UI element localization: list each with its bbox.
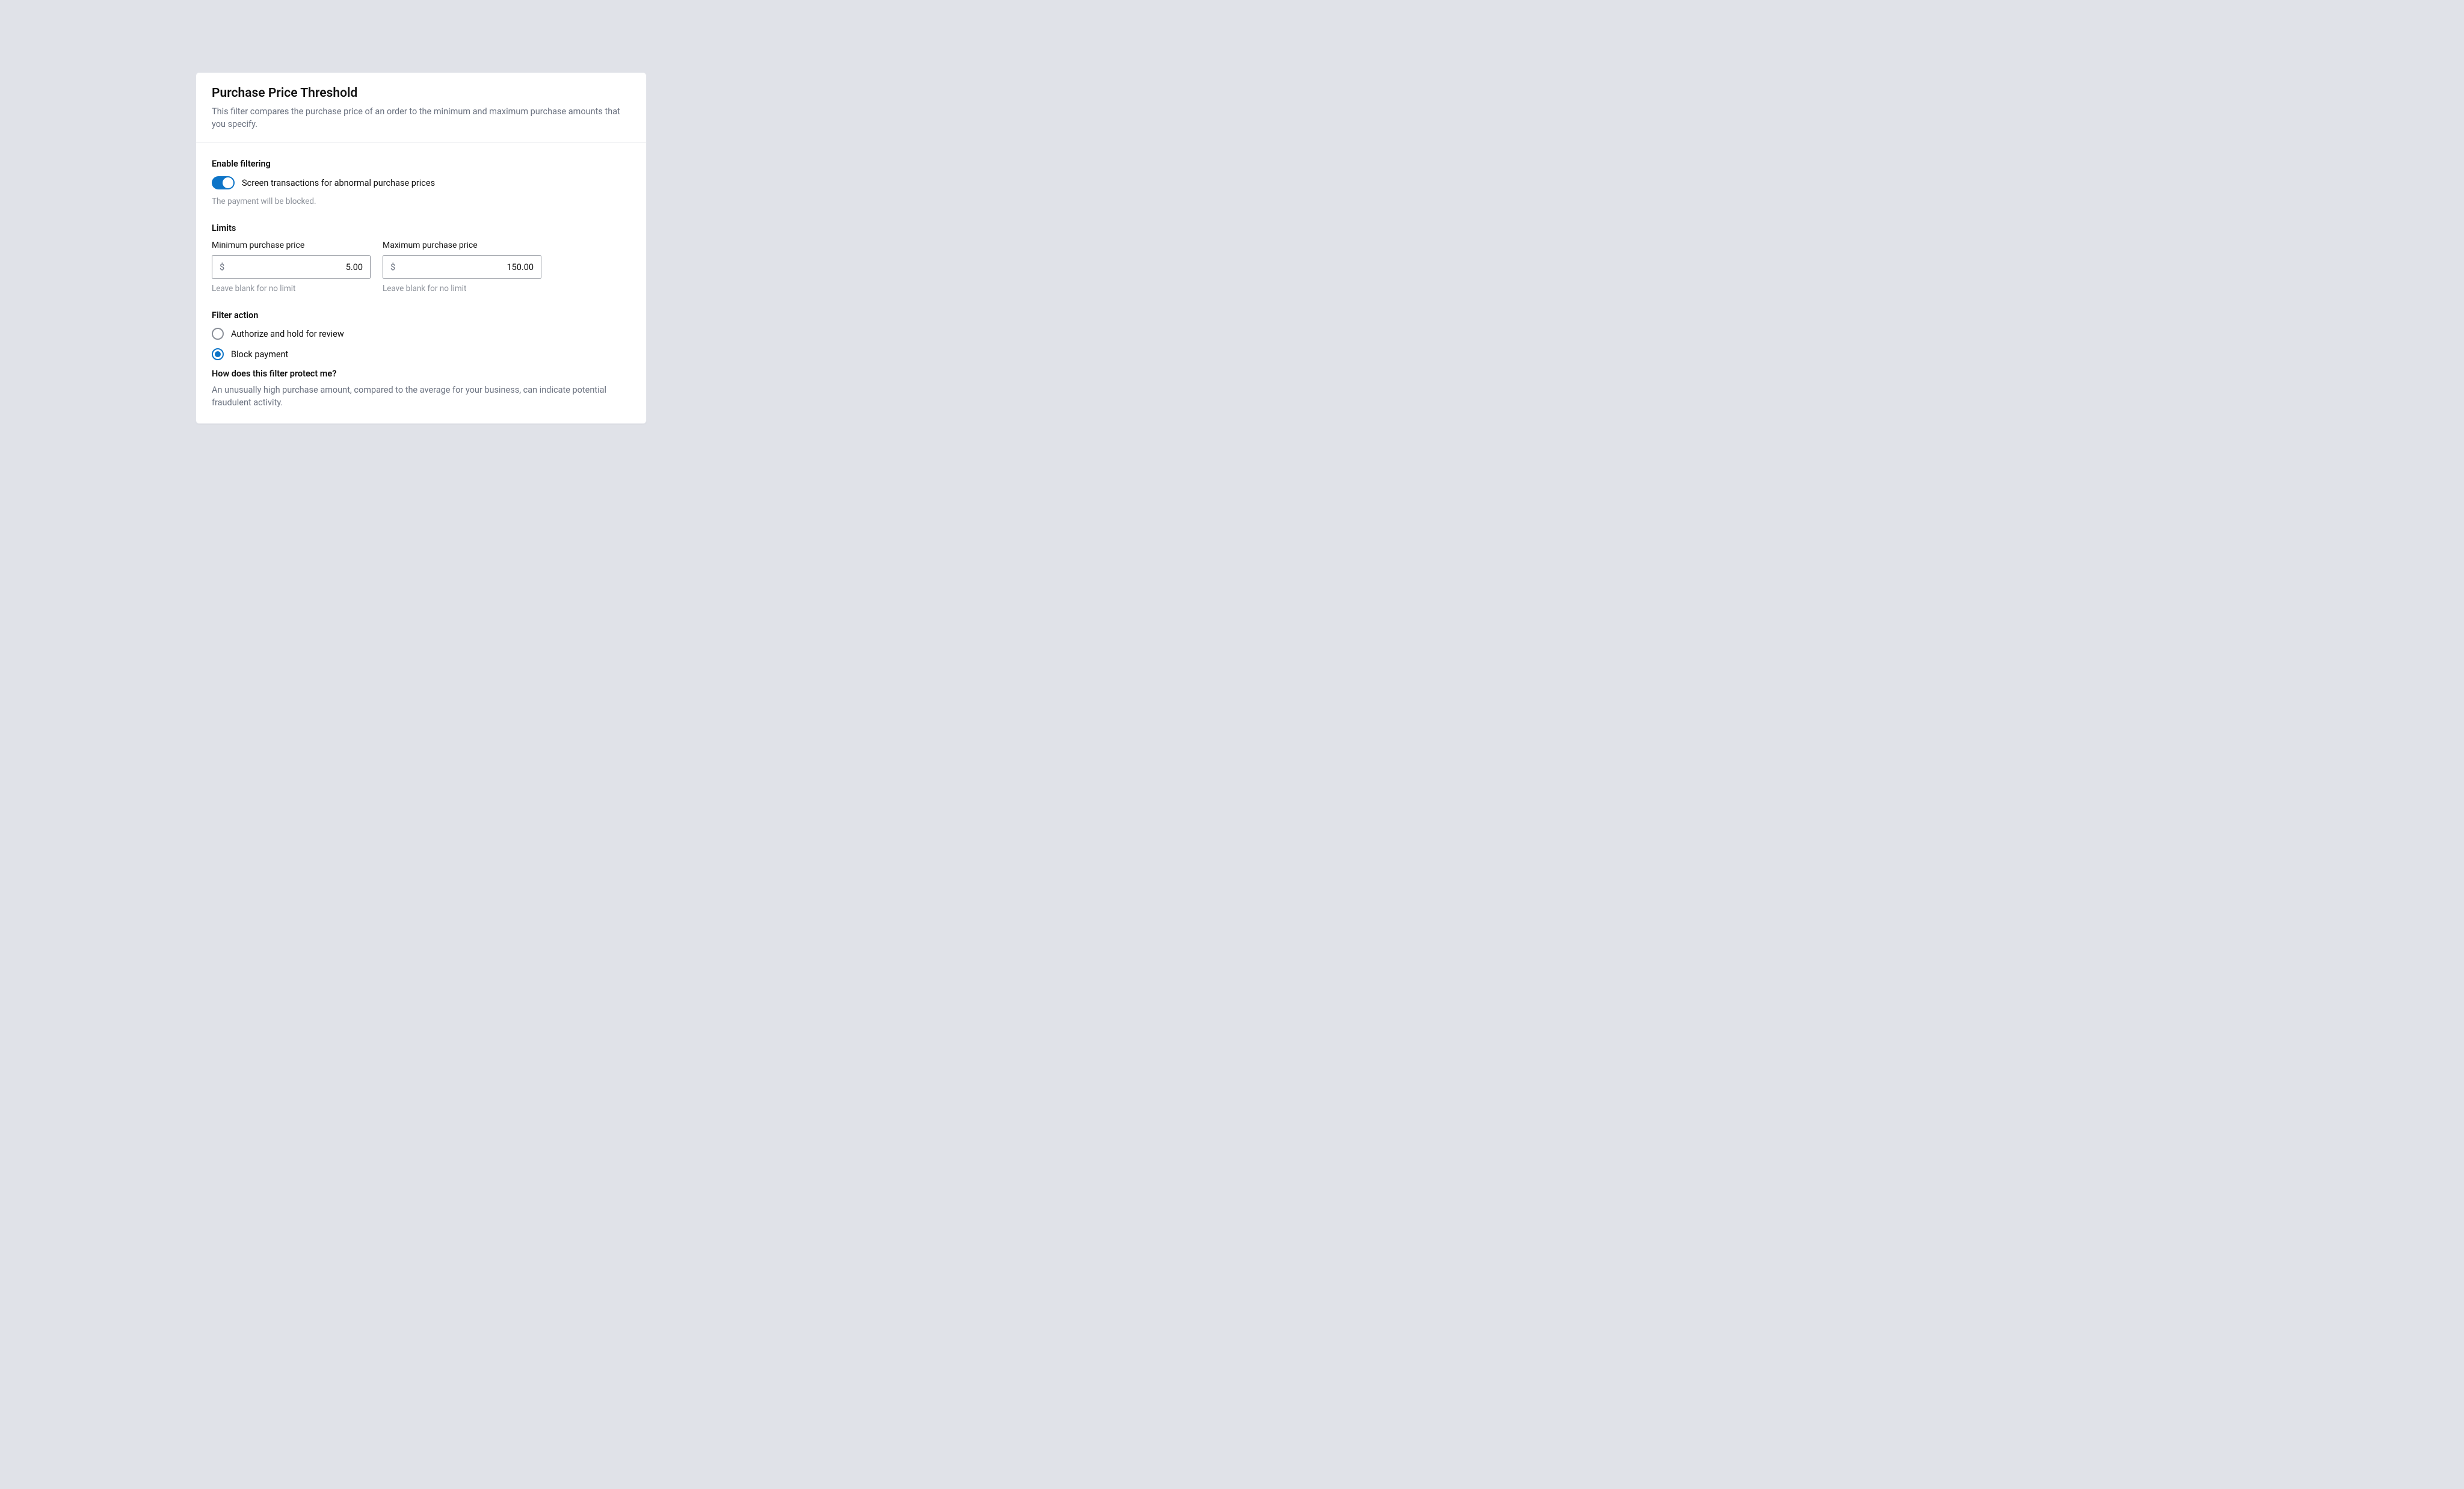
currency-prefix: $ (220, 262, 224, 272)
enable-result-text: The payment will be blocked. (212, 197, 630, 206)
radio-label: Block payment (231, 349, 288, 360)
min-price-hint: Leave blank for no limit (212, 284, 371, 293)
enable-toggle[interactable] (212, 176, 235, 189)
card-title: Purchase Price Threshold (212, 86, 630, 100)
min-price-label: Minimum purchase price (212, 241, 371, 250)
info-block: How does this filter protect me? An unus… (212, 369, 630, 409)
max-price-column: Maximum purchase price $ 150.00 Leave bl… (383, 241, 541, 293)
max-price-hint: Leave blank for no limit (383, 284, 541, 293)
radio-block-payment[interactable]: Block payment (212, 348, 630, 360)
radio-icon (212, 328, 224, 340)
card-body: Enable filtering Screen transactions for… (196, 143, 646, 423)
enable-filtering-label: Enable filtering (212, 159, 630, 169)
radio-icon (212, 348, 224, 360)
toggle-knob-icon (223, 177, 233, 188)
max-price-value: 150.00 (507, 262, 534, 272)
info-heading: How does this filter protect me? (212, 369, 630, 379)
info-body: An unusually high purchase amount, compa… (212, 384, 630, 409)
filter-action-label: Filter action (212, 310, 630, 321)
limits-label: Limits (212, 223, 630, 233)
currency-prefix: $ (390, 262, 395, 272)
radio-authorize-hold[interactable]: Authorize and hold for review (212, 328, 630, 340)
max-price-label: Maximum purchase price (383, 241, 541, 250)
min-price-input[interactable]: $ 5.00 (212, 255, 371, 279)
enable-toggle-text: Screen transactions for abnormal purchas… (242, 178, 435, 188)
max-price-input[interactable]: $ 150.00 (383, 255, 541, 279)
enable-toggle-row: Screen transactions for abnormal purchas… (212, 176, 630, 189)
radio-label: Authorize and hold for review (231, 329, 344, 339)
min-price-column: Minimum purchase price $ 5.00 Leave blan… (212, 241, 371, 293)
min-price-value: 5.00 (346, 262, 363, 272)
settings-card: Purchase Price Threshold This filter com… (196, 72, 647, 424)
card-header: Purchase Price Threshold This filter com… (196, 73, 646, 143)
limits-grid: Minimum purchase price $ 5.00 Leave blan… (212, 241, 630, 293)
card-description: This filter compares the purchase price … (212, 105, 630, 130)
